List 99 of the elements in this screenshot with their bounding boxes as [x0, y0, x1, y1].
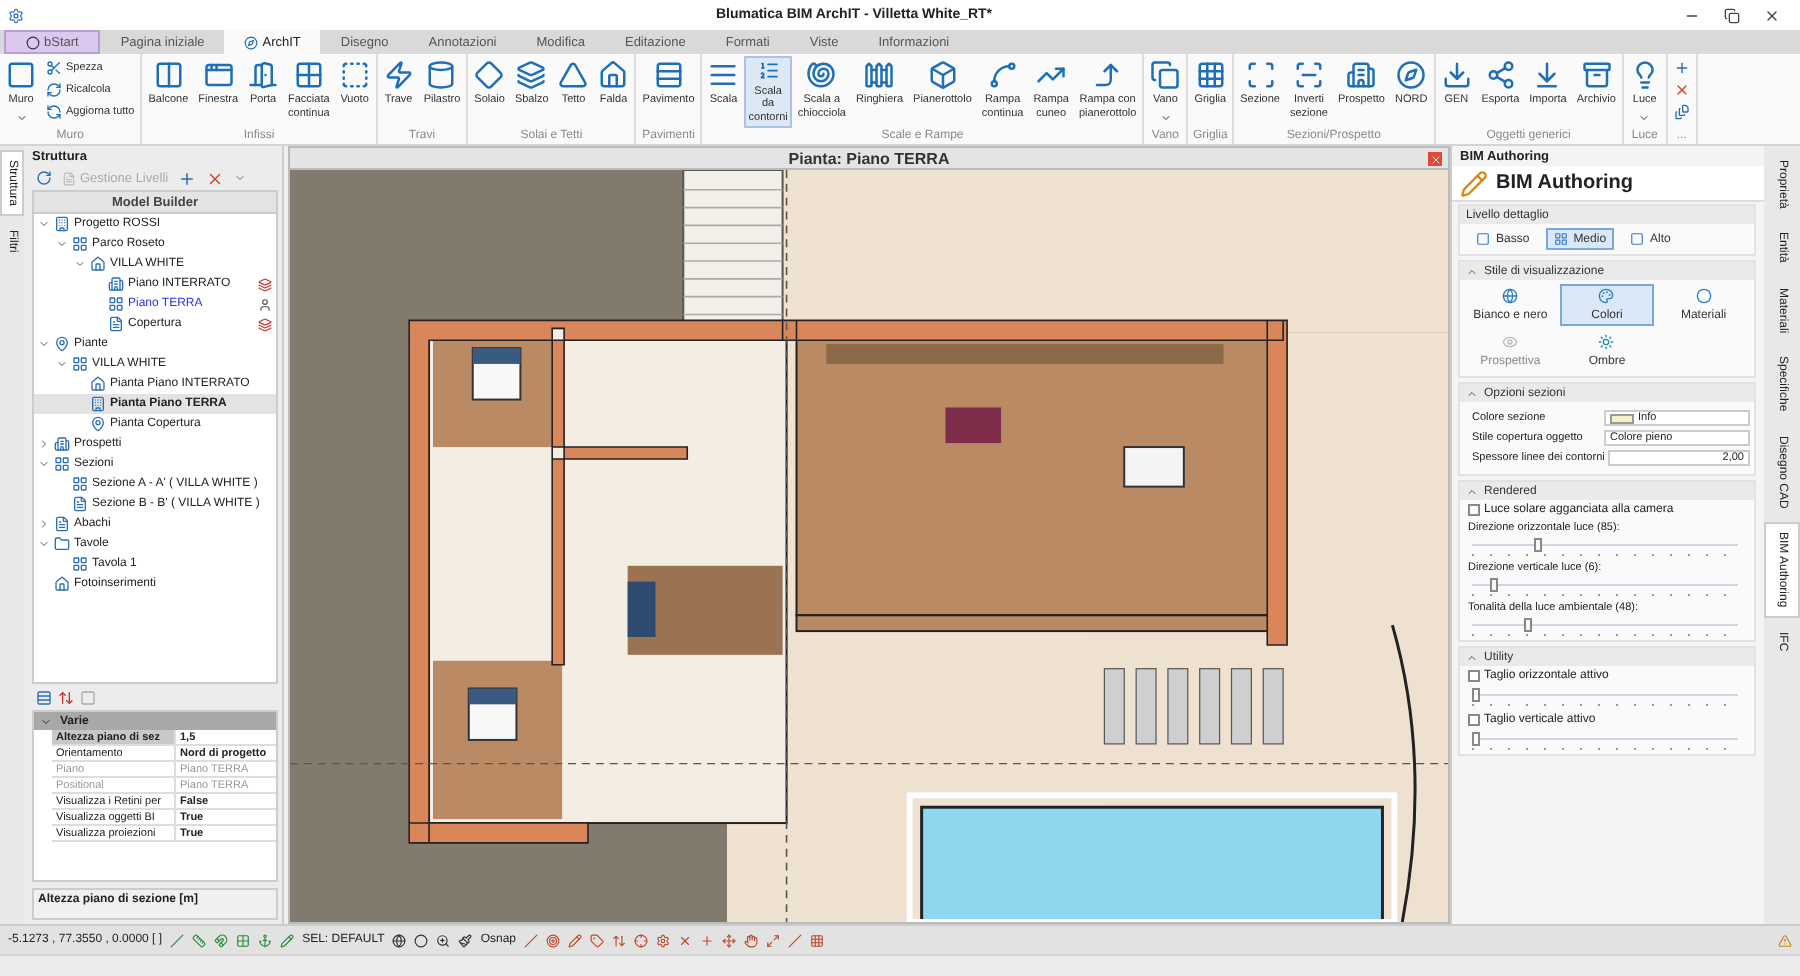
house-icon	[598, 60, 629, 90]
slider-thumb[interactable]	[1472, 732, 1480, 746]
hand-icon[interactable]	[744, 933, 758, 947]
grid-icon[interactable]	[236, 933, 251, 947]
house-icon	[90, 376, 106, 392]
door-icon	[248, 60, 279, 90]
folder-icon	[54, 536, 70, 552]
pin-icon	[90, 416, 106, 432]
building-icon	[108, 276, 124, 292]
building-icon	[54, 436, 70, 452]
close-icon	[1429, 153, 1441, 165]
circle-icon[interactable]	[414, 933, 429, 947]
house-icon	[90, 256, 106, 272]
anchor-icon[interactable]	[258, 933, 273, 947]
building-icon	[1346, 60, 1377, 90]
document-title: Pianta: Piano TERRA	[788, 149, 950, 167]
magnet-icon[interactable]	[214, 933, 229, 947]
slider-thumb[interactable]	[1472, 688, 1480, 702]
circle-icon	[26, 35, 40, 49]
close-button[interactable]	[1428, 152, 1442, 166]
document-icon	[62, 171, 76, 185]
stack-button[interactable]	[1669, 102, 1694, 122]
gear-icon[interactable]	[656, 933, 670, 947]
square-icon	[1630, 232, 1645, 246]
categorized-icon[interactable]	[36, 689, 52, 705]
collapse-icon[interactable]	[1466, 485, 1478, 497]
expand-icon[interactable]	[766, 933, 780, 947]
line-icon[interactable]	[788, 933, 802, 947]
tag-icon[interactable]	[590, 933, 604, 947]
crosshair-icon[interactable]	[634, 933, 648, 947]
line-icon[interactable]	[170, 933, 185, 947]
column-icon	[426, 60, 457, 90]
caret-icon	[1638, 111, 1651, 123]
caret-icon	[1159, 111, 1172, 123]
archive-icon	[1581, 60, 1612, 90]
close-icon	[1673, 82, 1690, 98]
arrows-icon[interactable]	[612, 933, 626, 947]
panel-heading: BIM Authoring	[1496, 172, 1634, 194]
grid-icon	[1195, 60, 1226, 90]
collapse-icon[interactable]	[1466, 387, 1478, 399]
ruler-icon[interactable]	[192, 933, 207, 947]
sphere-icon	[1695, 288, 1712, 304]
color-swatch	[1610, 413, 1634, 423]
compass-icon	[1396, 60, 1427, 90]
window-icon	[153, 60, 184, 90]
layers-icon	[516, 60, 547, 90]
slider-thumb[interactable]	[1523, 618, 1532, 632]
warning-icon	[1778, 933, 1792, 947]
pencil-icon[interactable]	[568, 933, 582, 947]
sort-icon[interactable]	[58, 689, 74, 705]
grid-icon[interactable]	[810, 933, 824, 947]
caret-icon	[15, 111, 27, 123]
globe-icon	[1502, 288, 1519, 304]
eye-icon	[1502, 334, 1519, 350]
collapse-icon[interactable]	[1466, 265, 1478, 277]
house-icon	[54, 576, 70, 592]
square-icon	[339, 60, 370, 90]
collapse-icon[interactable]	[1466, 651, 1478, 663]
grid-icon	[1553, 232, 1568, 246]
layers-icon	[258, 317, 272, 331]
grid-icon	[293, 60, 324, 90]
delete-icon[interactable]	[206, 169, 225, 187]
plus-icon	[1673, 60, 1690, 76]
layers-icon	[258, 277, 272, 291]
globe-icon[interactable]	[392, 933, 407, 947]
palette-icon	[1598, 288, 1615, 304]
document-icon	[54, 516, 70, 532]
restore-icon[interactable]	[1724, 7, 1740, 23]
share-icon	[1485, 60, 1516, 90]
railing-icon	[864, 60, 895, 90]
move-icon[interactable]	[722, 933, 736, 947]
zoom-icon[interactable]	[436, 933, 451, 947]
scissors-icon	[46, 60, 62, 76]
dropdown-icon[interactable]	[234, 172, 247, 184]
document-icon	[108, 316, 124, 332]
line-icon[interactable]	[524, 933, 538, 947]
pin-icon	[54, 336, 70, 352]
pencil-icon[interactable]	[280, 933, 295, 947]
square-icon	[1476, 232, 1490, 246]
slider-track[interactable]	[1472, 732, 1738, 750]
user-icon	[258, 297, 272, 311]
refresh-icon	[46, 82, 62, 98]
slider-thumb[interactable]	[1533, 538, 1542, 552]
close-icon[interactable]	[1764, 7, 1780, 23]
add-icon[interactable]	[178, 169, 197, 187]
plus-icon[interactable]	[700, 933, 714, 947]
import-icon	[1532, 60, 1563, 90]
cross-icon[interactable]	[678, 933, 692, 947]
stack-icon	[1673, 104, 1690, 120]
slider-thumb[interactable]	[1490, 578, 1499, 592]
refresh-icon[interactable]	[36, 170, 52, 186]
document-icon	[72, 496, 88, 512]
window-icon	[203, 60, 234, 90]
brush-icon[interactable]	[458, 933, 473, 947]
refresh-icon	[46, 104, 62, 120]
sun-icon	[1598, 334, 1615, 350]
spiral-icon	[806, 60, 837, 90]
target-icon[interactable]	[546, 933, 560, 947]
download-icon	[1441, 60, 1472, 90]
